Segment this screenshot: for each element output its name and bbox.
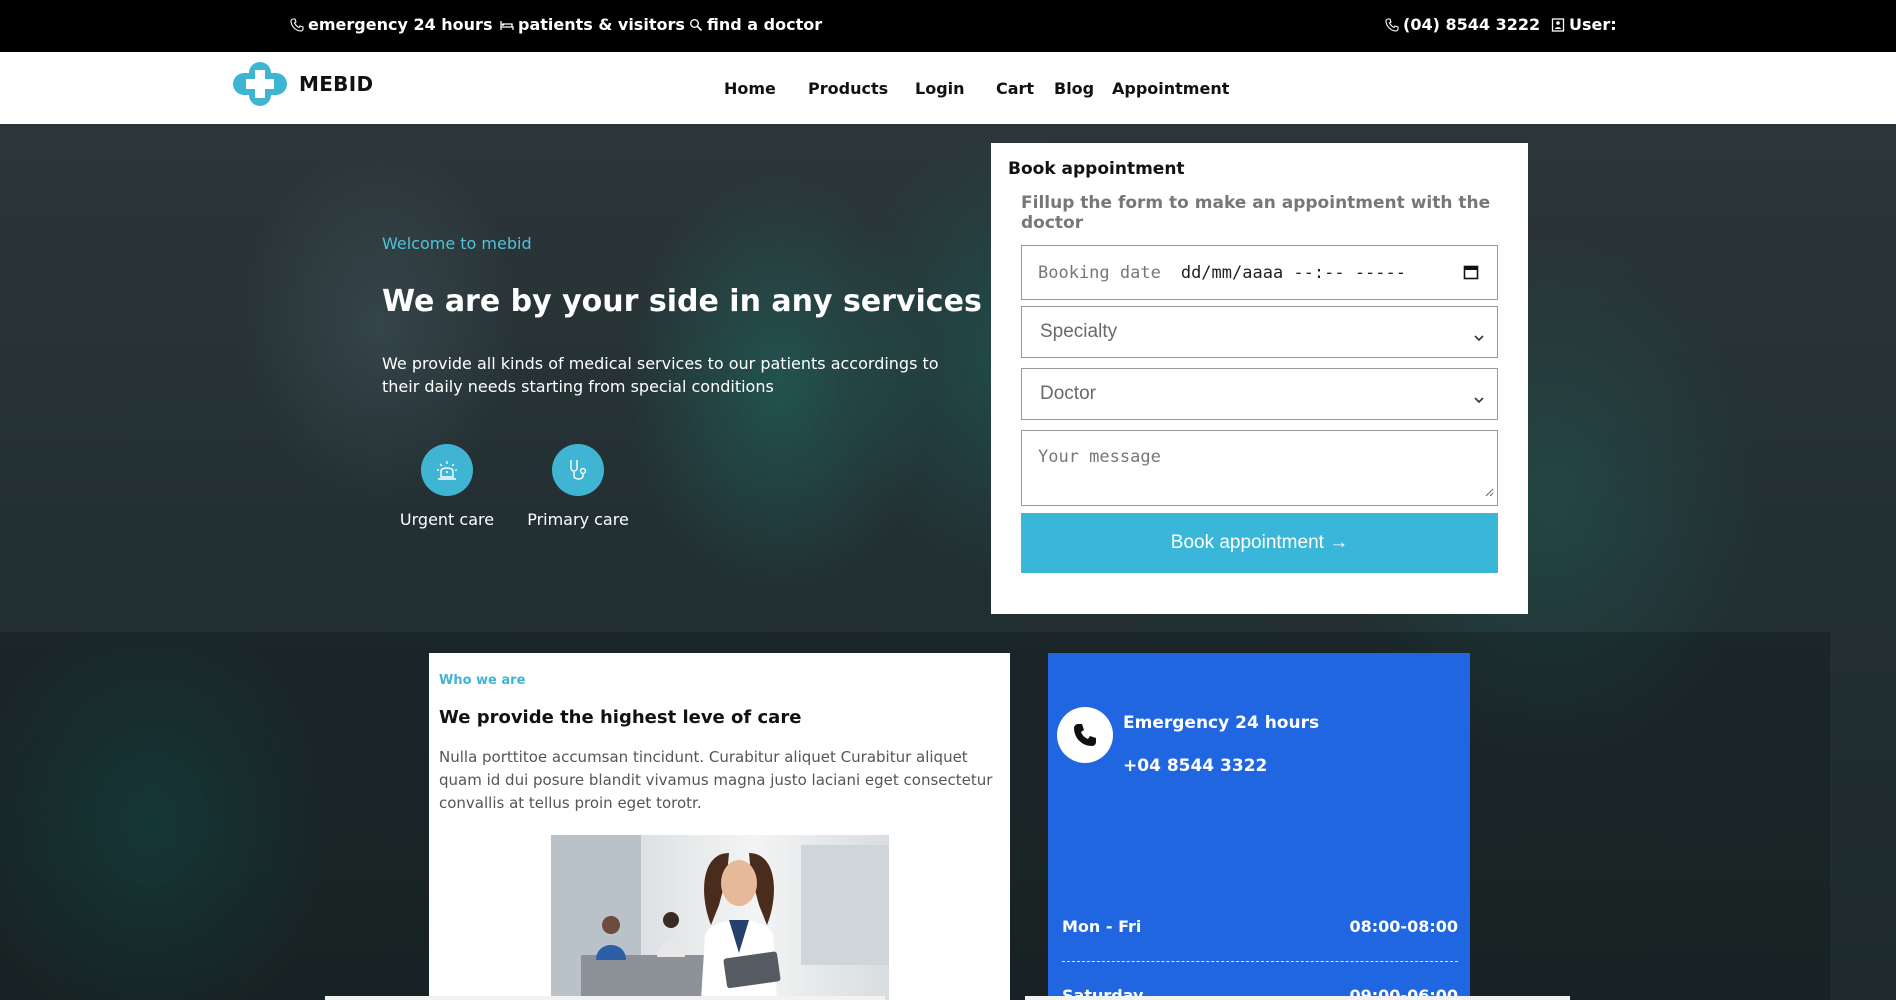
phone-icon — [290, 17, 304, 32]
logo[interactable]: MEBID — [231, 60, 373, 108]
main-navbar: MEBID Home Products Login Cart Blog Appo… — [0, 52, 1896, 124]
phone-link[interactable]: (04) 8544 3222 — [1385, 15, 1540, 34]
nav-login[interactable]: Login — [915, 79, 965, 98]
search-icon — [689, 18, 703, 32]
form-title: Book appointment — [1008, 159, 1185, 179]
doctor-selected: Doctor — [1040, 383, 1096, 404]
hours-time: 08:00-08:00 — [1349, 917, 1459, 936]
calendar-icon[interactable] — [1463, 264, 1479, 285]
nav-products[interactable]: Products — [808, 79, 888, 98]
phone-icon — [1385, 17, 1399, 32]
who-text: Nulla porttitoe accumsan tincidunt. Cura… — [439, 748, 993, 812]
who-we-are-card: Who we are We provide the highest leve o… — [429, 653, 1010, 1000]
nav-home[interactable]: Home — [724, 79, 776, 98]
service-urgent-care[interactable]: Urgent care — [387, 444, 507, 529]
top-bar: emergency 24 hours patients & visitors f… — [0, 0, 1896, 52]
specialty-selected: Specialty — [1040, 321, 1118, 342]
phone-number: (04) 8544 3222 — [1403, 15, 1541, 34]
hours-row: Mon - Fri 08:00-08:00 — [1062, 917, 1458, 936]
bottom-strip — [1025, 996, 1570, 1000]
brand-name: MEBID — [299, 72, 374, 96]
hero-section: Welcome to mebid We are by your side in … — [0, 124, 1896, 1000]
message-placeholder: Your message — [1038, 447, 1161, 467]
booking-date-input[interactable]: Booking date dd/mm/aaaa --:-- ----- — [1021, 245, 1498, 300]
doctor-photo — [551, 835, 889, 1000]
hero-title: We are by your side in any services — [382, 284, 982, 319]
resize-grip-icon[interactable] — [1484, 482, 1494, 502]
user-menu[interactable]: User: — [1551, 15, 1617, 34]
user-icon — [1551, 17, 1565, 32]
who-kicker: Who we are — [439, 673, 526, 688]
service-label: Urgent care — [399, 510, 495, 529]
patients-label: patients & visitors — [518, 15, 685, 34]
specialty-select[interactable]: Specialty — [1021, 306, 1498, 358]
hero-description: We provide all kinds of medical services… — [382, 354, 939, 396]
nav-blog[interactable]: Blog — [1054, 79, 1094, 98]
stethoscope-icon — [552, 444, 604, 496]
doctor-illustration — [551, 835, 889, 1000]
find-doctor-link[interactable]: find a doctor — [689, 15, 822, 34]
booking-date-value: dd/mm/aaaa --:-- ----- — [1180, 262, 1406, 283]
user-label: User: — [1569, 15, 1617, 34]
bed-icon — [500, 18, 514, 32]
welcome-text: Welcome to mebid — [382, 234, 532, 253]
chevron-down-icon — [1473, 389, 1485, 411]
message-textarea[interactable]: Your message — [1021, 430, 1498, 506]
service-label: Primary care — [527, 510, 629, 529]
hours-days: Mon - Fri — [1062, 917, 1142, 936]
medical-cross-logo-icon — [233, 62, 287, 106]
booking-date-placeholder: Booking date — [1038, 262, 1161, 283]
who-title: We provide the highest leve of care — [439, 707, 802, 728]
chevron-down-icon — [1473, 327, 1485, 349]
bottom-strip — [325, 996, 885, 1000]
doctor-select[interactable]: Doctor — [1021, 368, 1498, 420]
emergency-link[interactable]: emergency 24 hours — [290, 15, 492, 34]
nav-cart[interactable]: Cart — [996, 79, 1034, 98]
emergency-label: emergency 24 hours — [308, 15, 493, 34]
phone-icon[interactable] — [1057, 707, 1113, 763]
emergency-title: Emergency 24 hours — [1123, 713, 1320, 733]
form-subtitle: Fillup the form to make an appointment w… — [1021, 193, 1491, 233]
hours-divider — [1062, 961, 1458, 962]
ambulance-siren-icon — [421, 444, 473, 496]
patients-link[interactable]: patients & visitors — [500, 15, 685, 34]
emergency-card: Emergency 24 hours +04 8544 3322 Mon - F… — [1048, 653, 1470, 1000]
find-doctor-label: find a doctor — [707, 15, 823, 34]
service-primary-care[interactable]: Primary care — [518, 444, 638, 529]
book-appointment-button[interactable]: Book appointment → — [1021, 513, 1498, 573]
appointment-form: Book appointment Fillup the form to make… — [991, 143, 1528, 614]
nav-appointment[interactable]: Appointment — [1112, 79, 1229, 98]
emergency-phone[interactable]: +04 8544 3322 — [1123, 756, 1267, 776]
